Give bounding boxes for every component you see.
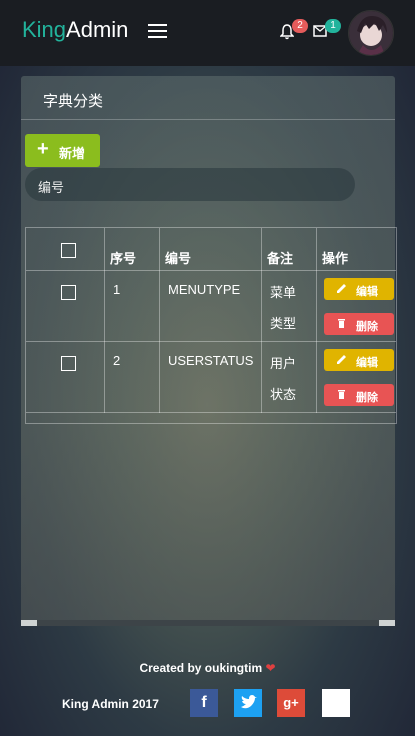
footer-credit: Created by oukingtim ❤ (0, 661, 415, 675)
row-remark-line1: 用户 (270, 356, 297, 371)
row-checkbox[interactable] (61, 356, 76, 371)
row-checkbox[interactable] (61, 285, 76, 300)
row-index: 2 (113, 353, 121, 368)
header-action: 操作 (322, 251, 349, 266)
heart-icon: ❤ (265, 661, 276, 675)
select-all-checkbox[interactable] (61, 243, 76, 258)
edit-button-label: 编辑 (356, 286, 378, 298)
google-plus-icon[interactable]: g+ (277, 689, 305, 717)
dictionary-panel: 字典分类 + 新增 编号 序号 编号 备注 操作 1 MENUTYPE 菜单 类… (21, 76, 397, 626)
search-input[interactable]: 编号 (25, 168, 355, 201)
facebook-icon[interactable]: f (190, 689, 218, 717)
user-avatar[interactable] (348, 10, 394, 56)
panel-divider (21, 119, 395, 120)
row-code: MENUTYPE (168, 282, 241, 297)
horizontal-scrollbar[interactable] (21, 620, 395, 626)
panel-title: 字典分类 (43, 93, 104, 110)
header-code: 编号 (165, 251, 192, 266)
row-remark-line2: 状态 (270, 387, 297, 402)
plus-icon: + (37, 138, 49, 160)
brand-logo[interactable]: KingAdmin (22, 17, 128, 43)
brand-part2: Admin (66, 17, 129, 42)
dictionary-table: 序号 编号 备注 操作 1 MENUTYPE 菜单 类型 编辑 删除 2 USE… (25, 227, 397, 424)
search-placeholder: 编号 (38, 180, 65, 195)
pencil-icon (337, 284, 346, 293)
add-button-label: 新增 (59, 146, 86, 161)
row-remark-line1: 菜单 (270, 285, 297, 300)
delete-button[interactable]: 删除 (324, 313, 394, 335)
trash-icon (338, 390, 345, 399)
delete-button[interactable]: 删除 (324, 384, 394, 406)
add-button[interactable]: + 新增 (25, 134, 100, 167)
scrollbar-thumb[interactable] (37, 620, 379, 626)
footer-copyright: King Admin 2017 (62, 697, 159, 711)
top-bar: KingAdmin 2 1 (0, 0, 415, 66)
twitter-icon[interactable] (234, 689, 262, 717)
pencil-icon (337, 355, 346, 364)
messages-badge: 1 (325, 19, 341, 33)
menu-toggle-icon[interactable] (148, 24, 167, 38)
delete-button-label: 删除 (356, 392, 378, 404)
social-link-blank[interactable] (322, 689, 350, 717)
header-remark: 备注 (267, 251, 294, 266)
trash-icon (338, 319, 345, 328)
edit-button-label: 编辑 (356, 357, 378, 369)
row-remark-line2: 类型 (270, 316, 297, 331)
footer-credit-text: Created by oukingtim (139, 661, 263, 675)
edit-button[interactable]: 编辑 (324, 278, 394, 300)
header-index: 序号 (110, 251, 137, 266)
row-index: 1 (113, 282, 121, 297)
notifications-badge: 2 (292, 19, 308, 33)
edit-button[interactable]: 编辑 (324, 349, 394, 371)
delete-button-label: 删除 (356, 321, 378, 333)
row-code: USERSTATUS (168, 353, 254, 368)
brand-part1: King (22, 17, 67, 42)
